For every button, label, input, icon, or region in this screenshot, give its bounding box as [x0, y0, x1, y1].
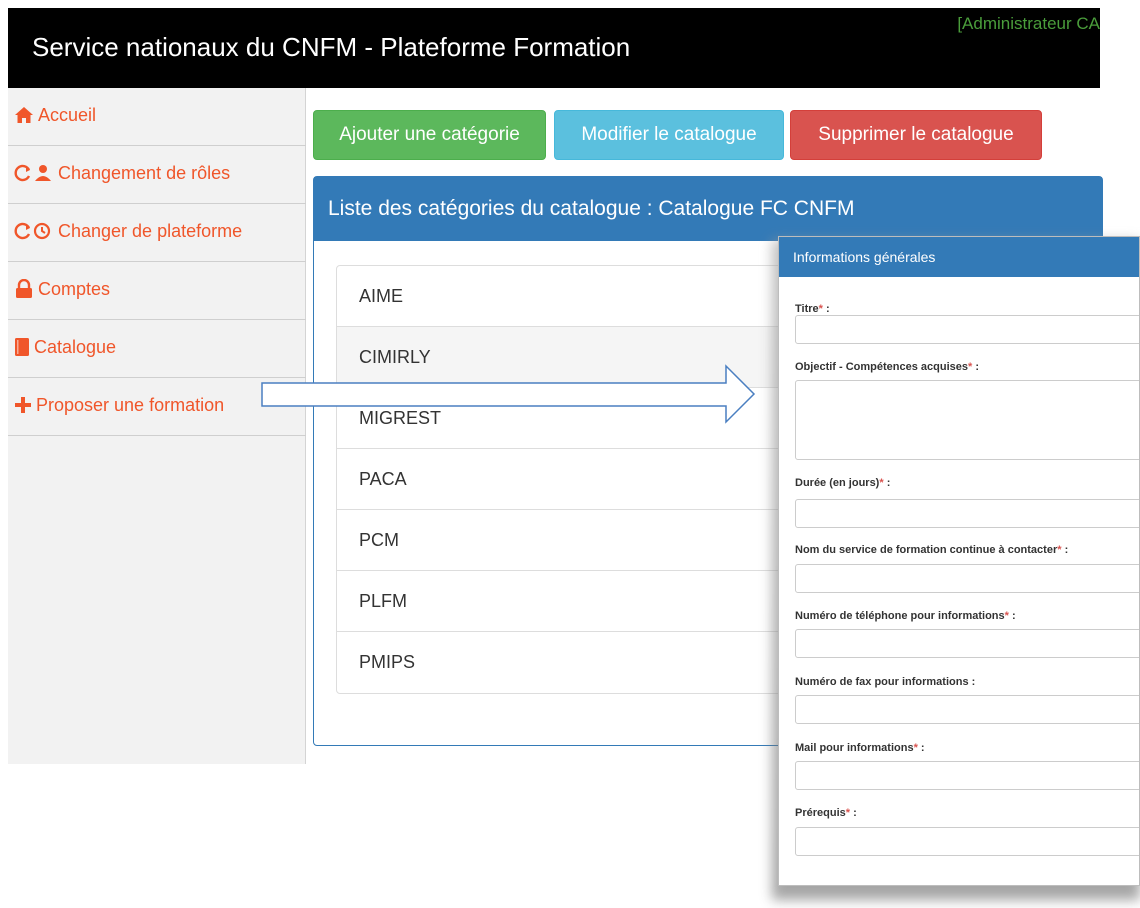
mail-input[interactable] — [795, 761, 1139, 790]
sidebar-item-label: Catalogue — [34, 337, 117, 357]
page: Service nationaux du CNFM - Plateforme F… — [0, 0, 1140, 908]
sidebar-item-catalogue[interactable]: Catalogue — [8, 320, 306, 378]
training-form-card: Informations générales Titre* : Objectif… — [778, 236, 1140, 886]
objectif-textarea[interactable] — [795, 380, 1139, 460]
plus-icon — [14, 395, 32, 415]
sidebar-item-changer-plateforme[interactable]: Changer de plateforme — [8, 204, 306, 262]
sidebar-item-label: Changer de plateforme — [58, 221, 243, 241]
add-category-button[interactable]: Ajouter une catégorie — [313, 110, 546, 160]
form-label-service: Nom du service de formation continue à c… — [795, 544, 1069, 556]
form-label-objectif: Objectif - Compétences acquises* : — [795, 361, 980, 373]
fax-input[interactable] — [795, 695, 1139, 724]
top-navbar: Service nationaux du CNFM - Plateforme F… — [8, 8, 1100, 88]
panel-title: Liste des catégories du catalogue : Cata… — [314, 177, 1102, 241]
lock-icon — [14, 279, 34, 299]
book-icon — [14, 337, 30, 357]
app-title: Service nationaux du CNFM - Plateforme F… — [32, 32, 631, 62]
user-role-label[interactable]: [Administrateur CA — [957, 14, 1100, 34]
form-header: Informations générales — [779, 237, 1139, 277]
sidebar-item-label: Accueil — [38, 105, 97, 125]
edit-catalogue-button[interactable]: Modifier le catalogue — [554, 110, 784, 160]
form-label-titre: Titre* : — [795, 303, 830, 315]
form-label-fax: Numéro de fax pour informations : — [795, 676, 976, 688]
sidebar-item-proposer-formation[interactable]: Proposer une formation — [8, 378, 306, 436]
switch-user-icon — [14, 163, 54, 183]
sidebar: Accueil Changement de rôles Changer de p… — [8, 88, 306, 764]
sidebar-item-changement-roles[interactable]: Changement de rôles — [8, 146, 306, 204]
switch-platform-icon — [14, 221, 54, 241]
service-input[interactable] — [795, 564, 1139, 593]
sidebar-item-label: Changement de rôles — [58, 163, 231, 183]
sidebar-item-accueil[interactable]: Accueil — [8, 88, 306, 146]
sidebar-item-label: Comptes — [38, 279, 111, 299]
form-label-telephone: Numéro de téléphone pour informations* : — [795, 610, 1016, 622]
delete-catalogue-button[interactable]: Supprimer le catalogue — [790, 110, 1042, 160]
telephone-input[interactable] — [795, 629, 1139, 658]
form-label-mail: Mail pour informations* : — [795, 742, 925, 754]
prerequis-input[interactable] — [795, 827, 1139, 856]
titre-input[interactable] — [795, 315, 1139, 344]
form-label-duree: Durée (en jours)* : — [795, 477, 891, 489]
sidebar-item-label: Proposer une formation — [36, 395, 225, 415]
form-label-prerequis: Prérequis* : — [795, 807, 857, 819]
home-icon — [14, 105, 34, 125]
duree-input[interactable] — [795, 499, 1139, 528]
sidebar-item-comptes[interactable]: Comptes — [8, 262, 306, 320]
